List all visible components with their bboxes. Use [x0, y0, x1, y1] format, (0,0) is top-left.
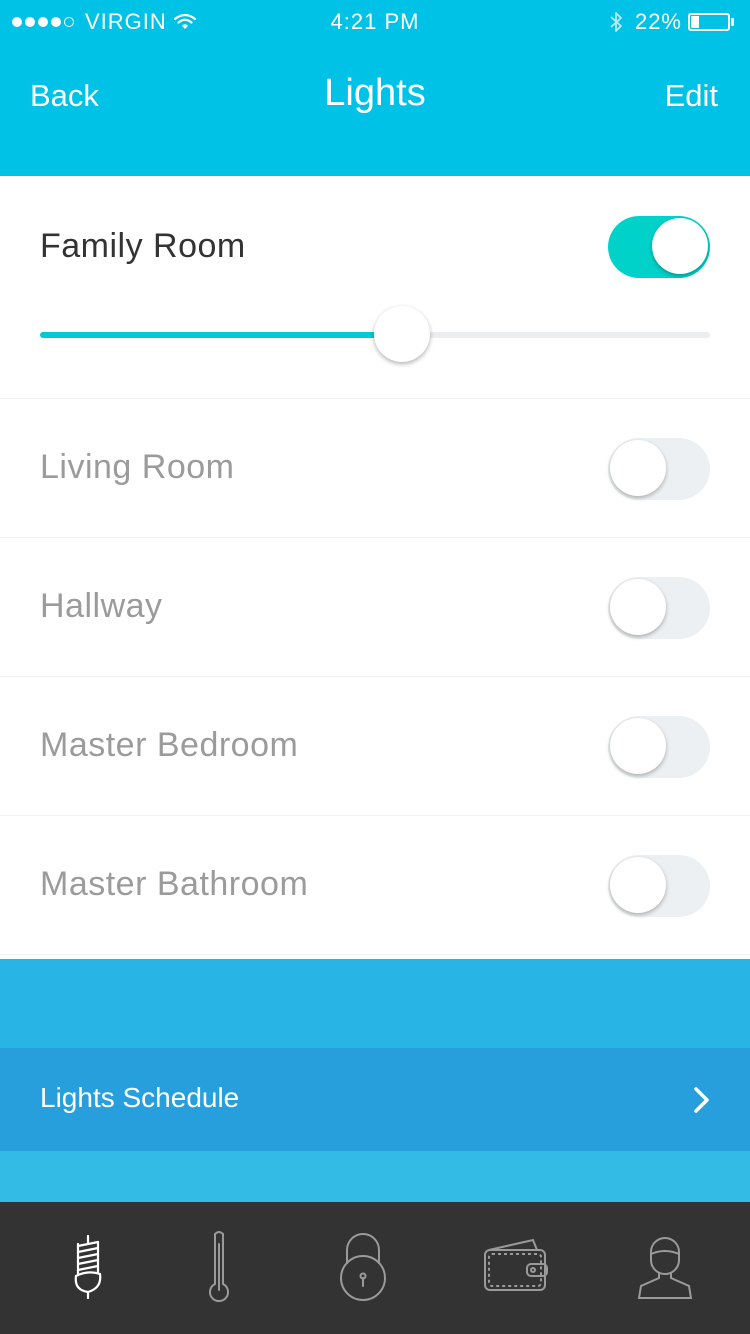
- tab-bar: [0, 1202, 750, 1334]
- room-toggle[interactable]: [608, 577, 710, 639]
- room-name: Hallway: [40, 587, 163, 625]
- lock-icon: [340, 1233, 386, 1301]
- room-toggle[interactable]: [608, 216, 710, 278]
- toggle-knob: [610, 718, 666, 774]
- toggle-knob: [610, 579, 666, 635]
- wallet-icon: [484, 1238, 548, 1291]
- page-title: Lights: [324, 72, 426, 114]
- brightness-slider[interactable]: [40, 306, 710, 362]
- schedule-label: Lights Schedule: [40, 1082, 240, 1113]
- toggle-knob: [610, 440, 666, 496]
- room-toggle[interactable]: [608, 855, 710, 917]
- lights-schedule-button[interactable]: Lights Schedule: [0, 1048, 750, 1151]
- tab-climate[interactable]: [179, 1228, 259, 1308]
- edit-button[interactable]: Edit: [665, 78, 718, 114]
- tab-lights[interactable]: [50, 1228, 130, 1308]
- room-row-family-room: Family Room: [0, 178, 750, 399]
- battery-tip: [731, 18, 734, 26]
- room-toggle[interactable]: [608, 438, 710, 500]
- schedule-band: Lights Schedule: [0, 959, 750, 1202]
- room-toggle[interactable]: [608, 716, 710, 778]
- tab-wallet[interactable]: [475, 1228, 555, 1308]
- header: VIRGIN 4:21 PM 22% Back Lights Edit: [0, 0, 750, 176]
- band-bottom: [0, 1151, 750, 1202]
- toggle-knob: [610, 857, 666, 913]
- room-row-master-bedroom: Master Bedroom: [0, 677, 750, 816]
- toggle-knob: [652, 218, 708, 274]
- status-bar: VIRGIN 4:21 PM 22%: [0, 0, 750, 44]
- user-icon: [637, 1237, 693, 1299]
- room-row-hallway: Hallway: [0, 538, 750, 677]
- thermometer-icon: [209, 1231, 229, 1303]
- status-right: 22%: [609, 9, 734, 35]
- lightbulb-icon: [74, 1234, 102, 1300]
- battery-percent: 22%: [634, 9, 682, 34]
- battery-icon: [688, 13, 730, 31]
- tab-security[interactable]: [323, 1228, 403, 1308]
- slider-fill: [40, 332, 402, 338]
- room-name: Master Bathroom: [40, 865, 309, 903]
- tab-profile[interactable]: [625, 1228, 705, 1308]
- band-top: [0, 959, 750, 1048]
- room-name: Master Bedroom: [40, 726, 299, 764]
- battery-fill: [691, 16, 700, 28]
- room-row-master-bathroom: Master Bathroom: [0, 816, 750, 955]
- slider-handle[interactable]: [373, 306, 430, 362]
- room-name: Living Room: [40, 448, 235, 486]
- chevron-right-icon: [694, 1087, 709, 1113]
- bluetooth-icon: [610, 12, 622, 32]
- room-name: Family Room: [40, 227, 246, 265]
- room-list: Family Room Living Room Hallway Master B…: [0, 178, 750, 955]
- room-row-living-room: Living Room: [0, 399, 750, 538]
